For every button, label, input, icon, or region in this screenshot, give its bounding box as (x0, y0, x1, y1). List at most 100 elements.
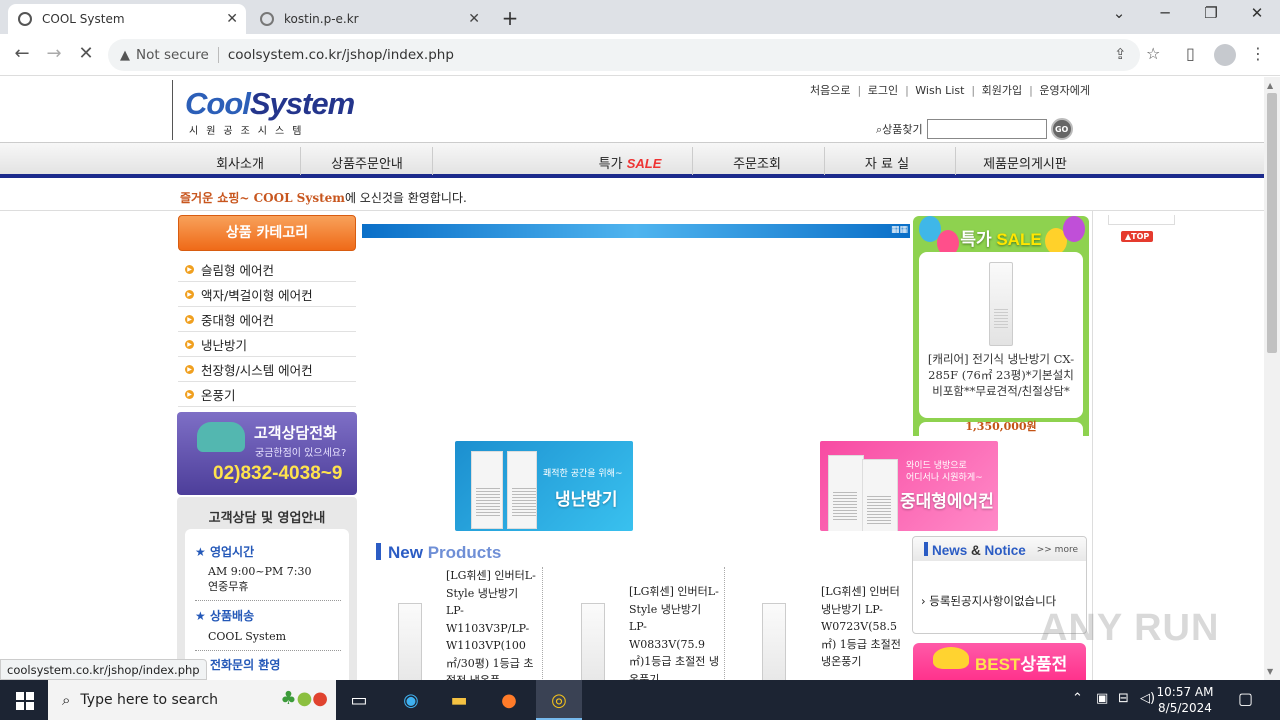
product-name[interactable]: [LG휘센] 인버터L-Style 냉난방기 LP-W0833V(75.9㎡)1… (629, 583, 721, 680)
special-product-image[interactable] (989, 262, 1013, 346)
file-explorer-icon[interactable]: ▬ (446, 688, 472, 714)
address-bar[interactable]: ▲ Not secure coolsystem.co.kr/jshop/inde… (108, 39, 1140, 71)
new-products-title-products: Products (427, 543, 502, 562)
omnibox-divider (217, 47, 219, 63)
task-view-icon[interactable]: ▭ (346, 688, 372, 714)
new-tab-button[interactable]: + (498, 6, 522, 30)
delivery-value: COOL System (208, 630, 287, 643)
share-icon[interactable]: ⇪ (1114, 45, 1127, 63)
nav-order-check[interactable]: 주문조회 (692, 153, 822, 172)
site-logo[interactable]: CoolSystem 시원공조시스템 (172, 80, 355, 140)
minimize-button[interactable]: ─ (1150, 4, 1180, 22)
category-item[interactable]: ▶ 슬림형 에어컨 (178, 257, 356, 282)
category-item[interactable]: ▶ 냉난방기 (178, 332, 356, 357)
link-contact-admin[interactable]: 운영자에게 (1039, 84, 1090, 97)
product-thumbnail[interactable] (762, 603, 786, 680)
product-name[interactable]: [LG휘센] 인버터L-Style 냉난방기 LP-W1103V3P/LP-W1… (446, 567, 538, 680)
nav-divider (955, 147, 956, 175)
back-button[interactable]: ← (10, 43, 34, 64)
link-wishlist[interactable]: Wish List (915, 84, 964, 97)
product-thumbnail[interactable] (398, 603, 422, 680)
notification-icon[interactable]: ▢ (1238, 689, 1253, 708)
tray-chevron-icon[interactable]: ⌃ (1072, 691, 1083, 706)
maximize-button[interactable]: ❐ (1196, 4, 1226, 22)
edge-browser-icon[interactable]: ◉ (398, 688, 424, 714)
tab-kostin[interactable]: kostin.p-e.kr ✕ (250, 4, 488, 34)
link-home[interactable]: 처음으로 (810, 84, 850, 97)
side-panel-icon[interactable]: ▯ (1186, 44, 1195, 63)
taskbar-clock[interactable]: 10:57 AM 8/5/2024 (1150, 684, 1220, 716)
arrow-bullet-icon: ▶ (185, 339, 194, 349)
category-header: 상품 카테고리 (178, 215, 356, 251)
nav-company[interactable]: 회사소개 (175, 153, 305, 172)
special-product-card[interactable]: [캐리어] 전기식 냉난방기 CX-285F (76㎡ 23평)*기본설치비포함… (919, 252, 1083, 418)
promo-banner-heating[interactable]: 쾌적한 공간을 위해~ 냉난방기 (455, 441, 633, 531)
new-products-title-new: New (388, 543, 423, 562)
nav-order-guide[interactable]: 상품주문안내 (302, 153, 432, 172)
news-more-link[interactable]: >> more (1037, 545, 1078, 555)
new-product-card[interactable]: [LG휘센] 인버터 냉난방기 LP-W0723V(58.5㎡) 1등급 초절전… (726, 567, 906, 680)
main-banner-strip[interactable]: ▦▦ (362, 224, 910, 238)
tab-search-chevron-icon[interactable]: ⌄ (1104, 4, 1134, 22)
link-signup[interactable]: 회원가입 (982, 84, 1022, 97)
hours-value: AM 9:00~PM 7:30 (208, 565, 312, 578)
profile-avatar-icon[interactable] (1214, 44, 1236, 66)
special-product-desc[interactable]: [캐리어] 전기식 냉난방기 CX-285F (76㎡ 23평)*기본설치비포함… (925, 351, 1077, 399)
category-label: 온풍기 (201, 387, 236, 403)
arrow-bullet-icon: ▶ (185, 364, 194, 374)
scroll-down-icon[interactable]: ▼ (1267, 667, 1273, 676)
aircon-image (828, 455, 864, 531)
logo-subtitle: 시원공조시스템 (189, 126, 310, 137)
product-name[interactable]: [LG휘센] 인버터 냉난방기 LP-W0723V(58.5㎡) 1등급 초절전… (821, 583, 905, 671)
promo-subtitle-line2: 어디서나 시원하게~ (906, 473, 983, 483)
tab-cool-system[interactable]: COOL System ✕ (8, 4, 246, 34)
nav-special-sale[interactable]: 특가 SALE (565, 153, 695, 172)
bookmark-star-icon[interactable]: ☆ (1146, 44, 1160, 63)
logo-text-cool: Cool (185, 86, 251, 121)
category-item[interactable]: ▶ 중대형 에어컨 (178, 307, 356, 332)
banner-controls-icon: ▦▦ (890, 225, 908, 235)
aircon-image (507, 451, 537, 529)
nav-archive[interactable]: 자 료 실 (822, 153, 952, 172)
scroll-up-icon[interactable]: ▲ (1267, 81, 1273, 90)
product-thumbnail[interactable] (581, 603, 605, 680)
category-item[interactable]: ▶ 액자/벽걸이형 에어컨 (178, 282, 356, 307)
arrow-bullet-icon: ▶ (185, 264, 194, 274)
security-label[interactable]: Not secure (136, 47, 209, 63)
new-product-card[interactable]: [LG휘센] 인버터L-Style 냉난방기 LP-W1103V3P/LP-W1… (362, 567, 542, 680)
promo-banner-large-aircon[interactable]: 와이드 냉방으로 어디서나 시원하게~ 중대형에어컨 (820, 441, 998, 531)
taskbar-search-box[interactable]: ⌕ Type here to search ♣●● (48, 680, 336, 720)
network-icon[interactable]: ⊟ (1118, 691, 1129, 706)
welcome-highlight: 즐거운 쇼핑~ COOL System (180, 191, 345, 205)
search-input[interactable] (926, 119, 1047, 139)
category-label: 슬림형 에어컨 (201, 262, 274, 278)
url-text[interactable]: coolsystem.co.kr/jshop/index.php (228, 47, 454, 63)
nav-product-board[interactable]: 제품문의게시판 (960, 153, 1090, 172)
category-item[interactable]: ▶ 온풍기 (178, 382, 356, 407)
search-go-button[interactable]: GO (1050, 118, 1073, 140)
main-navigation: 회사소개 상품주문안내 특가 SALE 주문조회 자 료 실 제품문의게시판 (0, 142, 1264, 178)
special-product-price: 1,350,000원 (965, 420, 1037, 433)
product-divider (724, 567, 725, 680)
forward-button[interactable]: → (42, 43, 66, 64)
windows-start-icon[interactable] (16, 692, 34, 710)
tray-device-icon[interactable]: ▣ (1096, 691, 1108, 706)
welcome-bar: 즐거운 쇼핑~ COOL System에 오신것을 환영합니다. (0, 182, 1264, 211)
page-scrollbar[interactable]: ▲ ▼ (1264, 77, 1280, 680)
new-product-card[interactable]: [LG휘센] 인버터L-Style 냉난방기 LP-W0833V(75.9㎡)1… (545, 567, 725, 680)
bullet-arrow-icon: › (921, 594, 926, 608)
top-button[interactable]: ▲TOP (1121, 231, 1154, 242)
firefox-icon[interactable]: ● (496, 688, 522, 714)
close-tab-icon[interactable]: ✕ (226, 11, 238, 27)
category-item[interactable]: ▶ 천장형/시스템 에어컨 (178, 357, 356, 382)
close-window-button[interactable]: ✕ (1242, 4, 1272, 22)
category-label: 중대형 에어컨 (201, 312, 274, 328)
link-login[interactable]: 로그인 (868, 84, 898, 97)
special-title-prefix: 특가 (960, 230, 992, 249)
scrollbar-thumb[interactable] (1267, 93, 1277, 353)
close-tab-icon[interactable]: ✕ (468, 11, 480, 27)
menu-dots-icon[interactable]: ⋮ (1250, 44, 1266, 63)
chrome-icon[interactable]: ◎ (546, 688, 572, 714)
stop-loading-button[interactable]: ✕ (74, 43, 98, 64)
news-empty-text: 등록된공지사항이없습니다 (929, 594, 1057, 608)
